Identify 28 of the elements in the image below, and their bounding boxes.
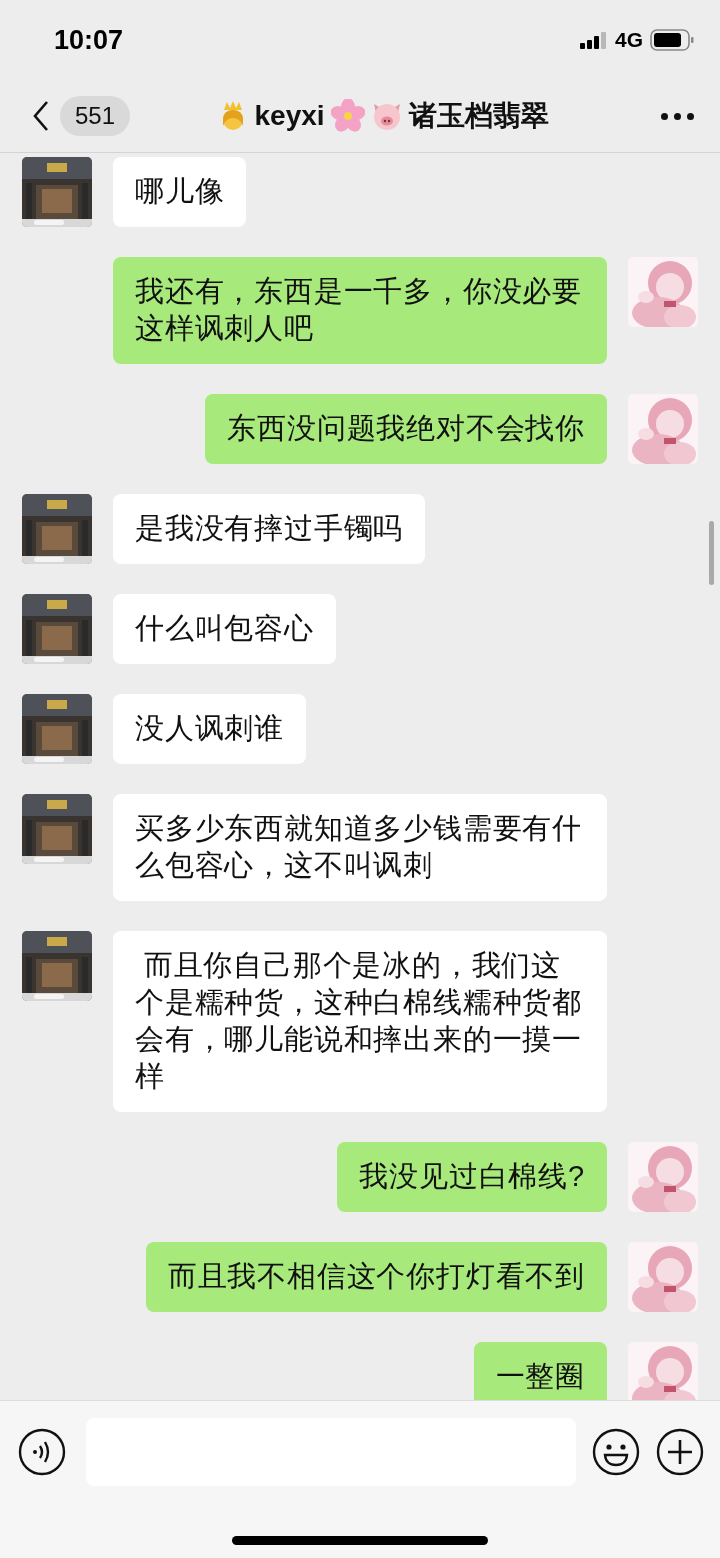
message-bubble: 一整圈 <box>473 1342 607 1400</box>
voice-button[interactable] <box>18 1428 66 1476</box>
smiley-icon <box>592 1428 640 1476</box>
message-bubble: 而且你自己那个是冰的，我们这个是糯种货，这种白棉线糯种货都会有，哪儿能说和摔出来的一摸一样 <box>113 931 607 1112</box>
chat-title-name: keyxi <box>254 100 325 132</box>
back-chevron-icon <box>32 100 50 132</box>
message-bubble: 是我没有摔过手镯吗 <box>113 494 426 564</box>
status-time: 10:07 <box>54 24 124 56</box>
message-bubble: 什么叫包容心 <box>113 594 336 664</box>
scrollbar <box>709 521 714 585</box>
voice-icon <box>18 1428 66 1476</box>
network-label: 4G <box>615 28 643 52</box>
chat-title-shop: 诸玉档翡翠 <box>408 99 549 133</box>
unread-count: 551 <box>60 96 131 136</box>
message-bubble: 没人讽刺谁 <box>113 694 306 764</box>
message-bubble: 我还有，东西是一千多，你没必要这样讽刺人吧 <box>113 257 607 364</box>
message-bubble: 买多少东西就知道多少钱需要有什么包容心，这不叫讽刺 <box>113 794 607 901</box>
plus-icon <box>656 1428 704 1476</box>
emoji-button[interactable] <box>592 1428 640 1476</box>
back-button[interactable]: 551 <box>32 96 131 136</box>
message-bubble: 我没见过白棉线? <box>337 1142 607 1212</box>
add-button[interactable] <box>656 1428 704 1476</box>
message-bubble: 东西没问题我绝对不会找你 <box>205 394 607 464</box>
flower-icon <box>330 99 365 133</box>
battery-icon <box>650 29 694 51</box>
message-bubble: 而且我不相信这个你打灯看不到 <box>145 1242 607 1312</box>
message-bubble: 哪儿像 <box>113 157 247 227</box>
signal-icon <box>580 31 608 49</box>
